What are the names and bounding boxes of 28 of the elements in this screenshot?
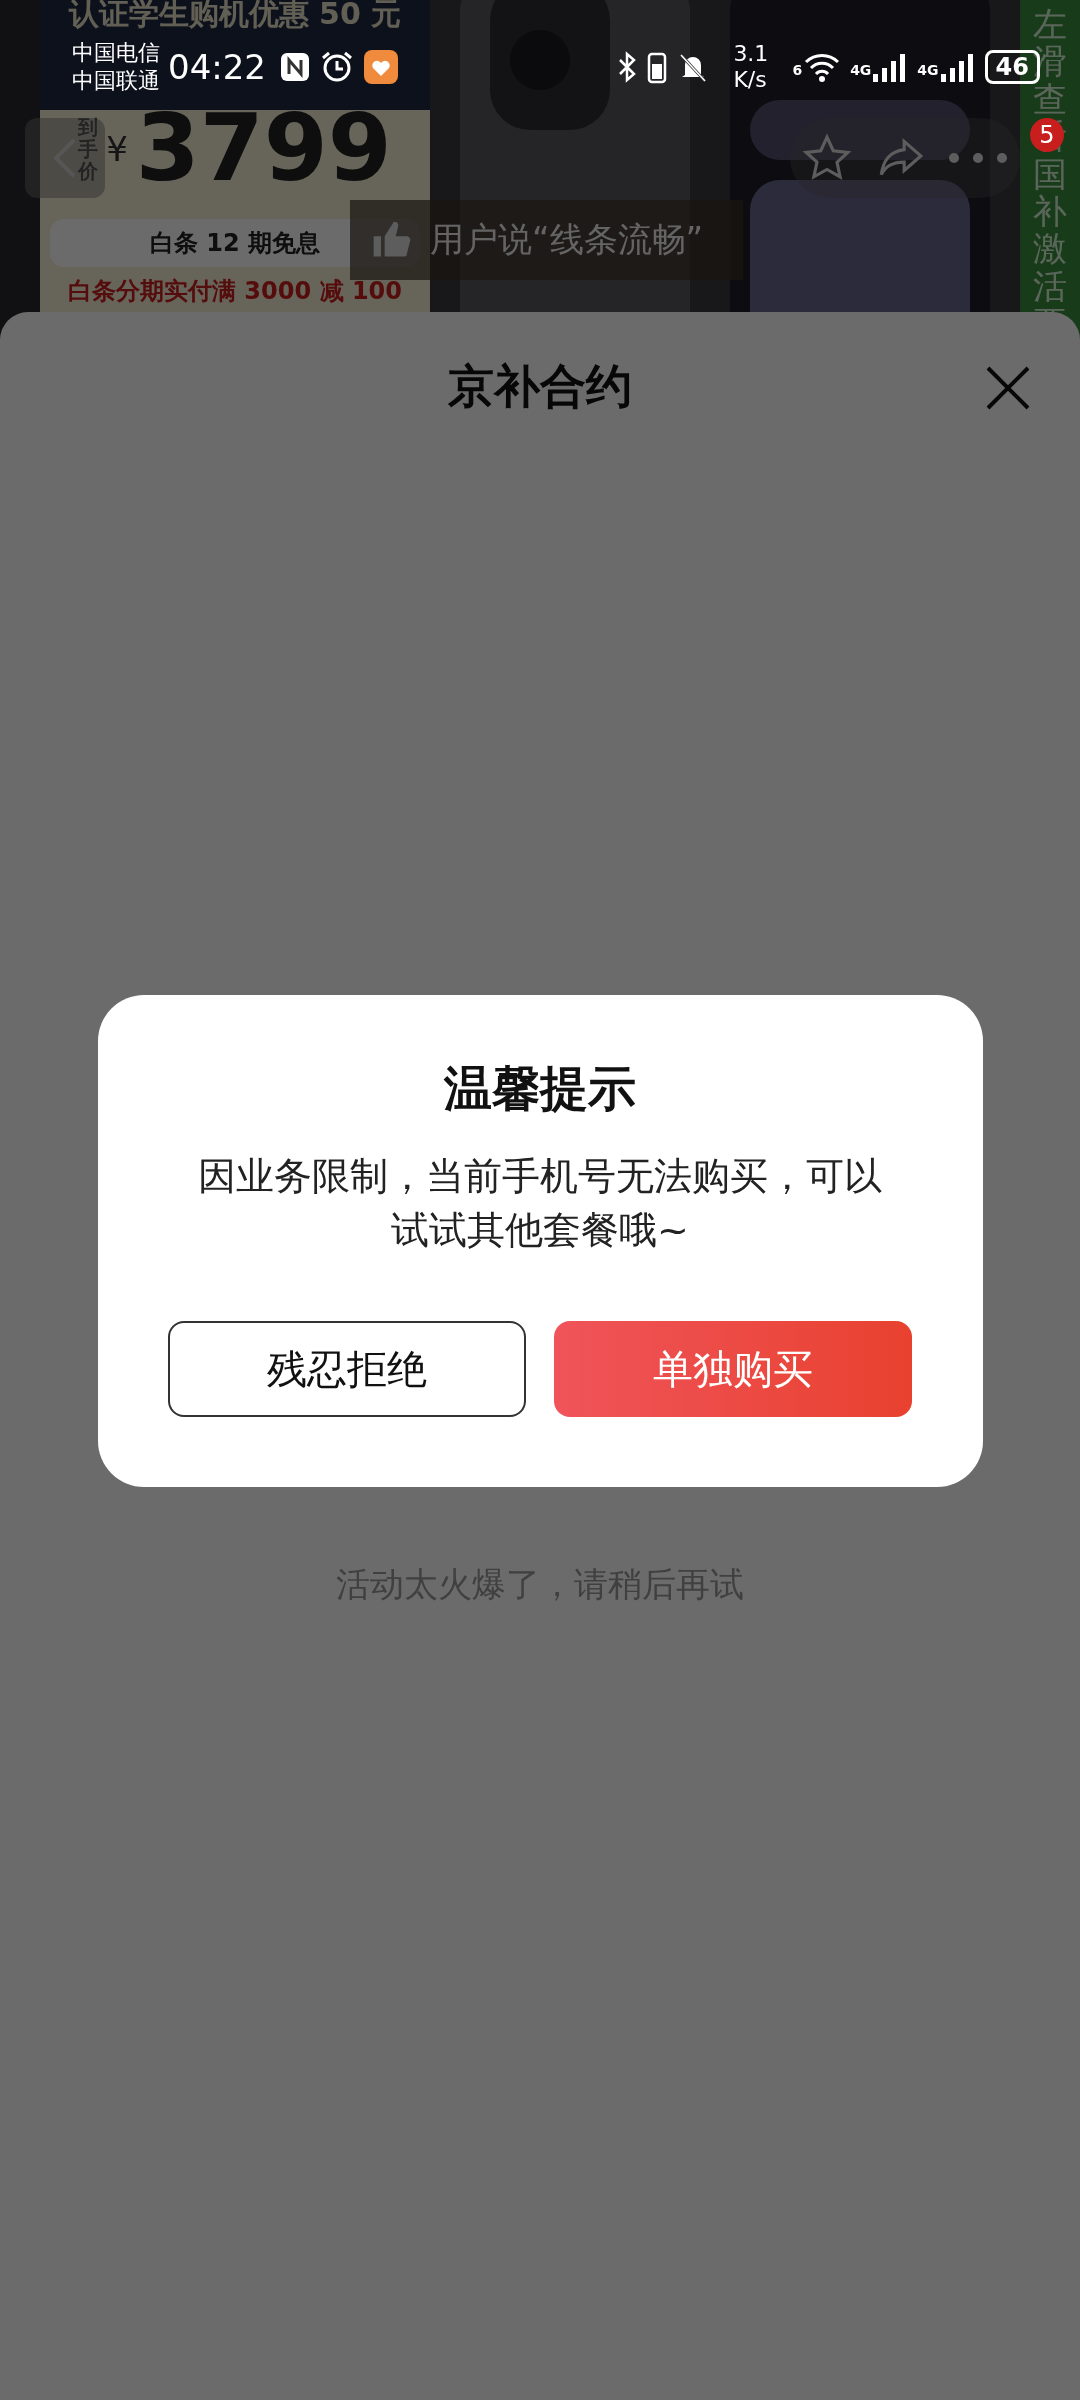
alarm-icon: [320, 50, 354, 84]
network-label: 4G: [850, 62, 872, 78]
buy-button[interactable]: 单独购买: [554, 1321, 912, 1417]
price: 3799: [135, 103, 392, 195]
dialog-title: 温馨提示: [444, 1059, 636, 1118]
network-speed: 3.1: [733, 41, 769, 67]
carrier-name: 中国电信: [72, 39, 160, 67]
close-icon[interactable]: [984, 364, 1032, 412]
battery-saver-icon: [647, 50, 668, 84]
dialog-message: 因业务限制，当前手机号无法购买，可以试试其他套餐哦~: [197, 1153, 883, 1254]
carrier-name: 中国联通: [72, 67, 160, 95]
more-icon[interactable]: [948, 152, 1009, 164]
currency-sign: ¥: [106, 129, 128, 169]
wifi-label: 6: [792, 62, 803, 78]
star-icon[interactable]: [801, 133, 852, 183]
network-speed: K/s: [733, 67, 768, 93]
bluetooth-icon: [617, 51, 638, 83]
review-text: 用户说“线条流畅”: [430, 218, 704, 261]
decline-button[interactable]: 残忍拒绝: [168, 1321, 526, 1417]
signal-icon: [940, 52, 975, 82]
app-icon: [364, 50, 398, 84]
network-label: 4G: [917, 62, 939, 78]
discount-text: 白条分期实付满 3000 减 100: [68, 276, 402, 307]
signal-icon: [873, 52, 908, 82]
wifi-icon: [804, 52, 841, 82]
clock: 04:22: [168, 47, 266, 87]
sheet-title: 京补合约: [448, 358, 632, 415]
nfc-icon: [280, 52, 310, 82]
